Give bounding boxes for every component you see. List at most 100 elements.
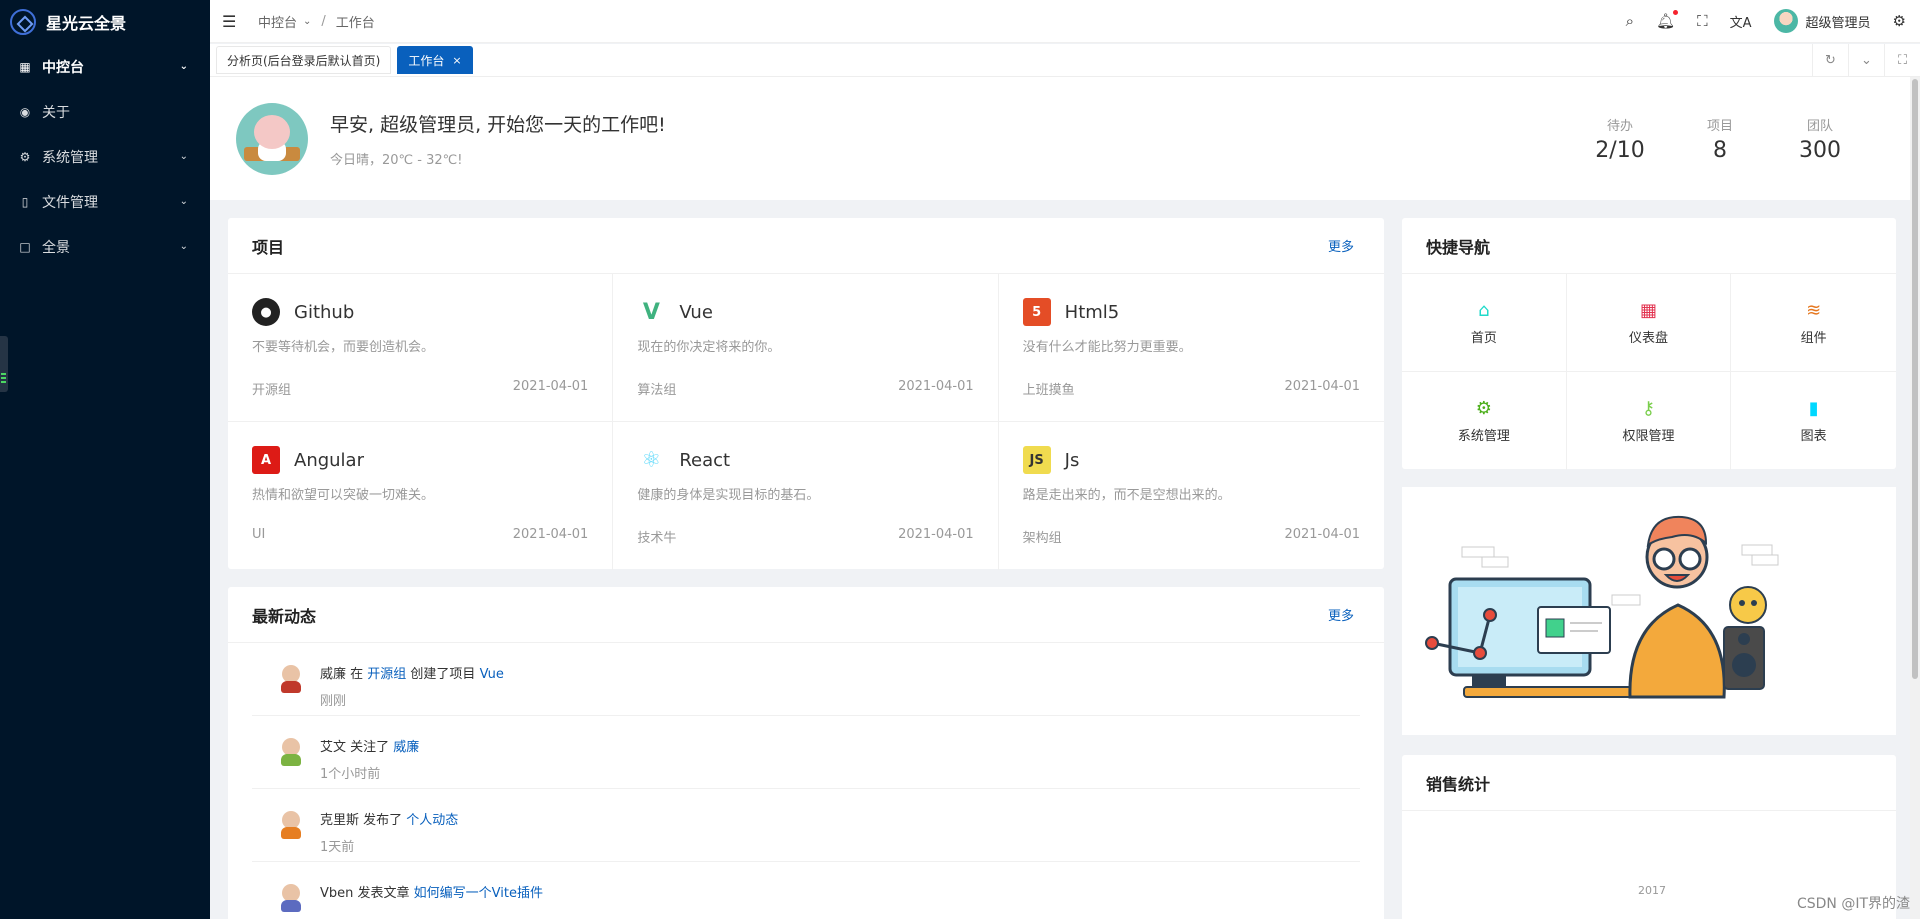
quick-nav-item[interactable]: ⌂ 首页 (1402, 274, 1567, 372)
activity-action: 关注了 (346, 740, 394, 755)
sidebar-item-files[interactable]: ▯ 文件管理 ⌄ (0, 179, 210, 224)
sidebar-item-label: 中控台 (42, 59, 84, 76)
chevron-down-icon: ⌄ (303, 15, 312, 27)
project-group: 架构组 (1022, 531, 1062, 546)
stat-label: 待办 (1606, 118, 1633, 134)
chevron-down-icon: ⌄ (179, 151, 188, 162)
dashboard-icon: ▦ (1639, 299, 1657, 321)
activity-link[interactable]: 如何编写一个Vite插件 (414, 886, 543, 901)
quick-nav-item[interactable]: ≋ 组件 (1731, 274, 1896, 372)
project-item[interactable]: ⚛ React 健康的身体是实现目标的基石。 技术牛 2021-04-01 (613, 422, 999, 570)
sidebar-item-panorama[interactable]: □ 全景 ⌄ (0, 224, 210, 269)
project-desc: 路是走出来的，而不是空想出来的。 (1022, 488, 1231, 503)
stat-label: 团队 (1806, 118, 1833, 134)
dashboard-icon: ▦ (19, 59, 31, 74)
stat-label: 项目 (1706, 118, 1733, 134)
tab-label: 分析页(后台登录后默认首页) (227, 53, 381, 68)
activity-user: 艾文 (320, 740, 347, 755)
bell-icon[interactable]: 🔔︎ (1656, 10, 1679, 30)
avatar (278, 663, 304, 693)
github-icon: ● (252, 298, 280, 326)
project-group: UI (252, 527, 266, 542)
project-date: 2021-04-01 (898, 379, 974, 394)
user-dropdown[interactable]: 超级管理员 (1773, 9, 1871, 33)
more-link[interactable]: 更多 (1328, 236, 1354, 255)
project-item[interactable]: 5 Html5 没有什么才能比努力更重要。 上班摸鱼 2021-04-01 (998, 274, 1384, 422)
breadcrumb-separator: / (321, 13, 326, 29)
close-icon[interactable]: × (452, 54, 461, 67)
project-item[interactable]: V Vue 现在的你决定将来的你。 算法组 2021-04-01 (613, 274, 999, 422)
fold-icon[interactable]: ⛶ (1884, 43, 1920, 77)
square-icon: □ (19, 239, 31, 254)
sidebar-item-system[interactable]: ⚙ 系统管理 ⌄ (0, 134, 210, 179)
tab-workbench[interactable]: 工作台 × (397, 46, 473, 74)
activity-action: 创建了项目 (406, 667, 480, 682)
app-logo[interactable]: 星光云全景 (0, 0, 210, 44)
list-item: Vben 发表文章 如何编写一个Vite插件 (252, 862, 1360, 919)
weather-text: 今日晴，20℃ - 32℃! (330, 152, 463, 168)
translate-icon[interactable]: 文A (1730, 12, 1752, 31)
quick-nav-item[interactable]: ▦ 仪表盘 (1566, 274, 1732, 372)
breadcrumb: 中控台 ⌄ / 工作台 (258, 12, 375, 31)
project-name: Vue (679, 301, 713, 323)
project-name: React (679, 449, 731, 471)
project-item[interactable]: A Angular 热情和欲望可以突破一切难关。 UI 2021-04-01 (228, 422, 614, 570)
more-link[interactable]: 更多 (1328, 605, 1354, 624)
sidebar-item-label: 系统管理 (42, 149, 98, 166)
avatar (278, 809, 304, 839)
quick-nav-item[interactable]: ▮ 图表 (1731, 372, 1896, 470)
quick-nav-item[interactable]: ⚷ 权限管理 (1567, 372, 1732, 470)
project-group: 上班摸鱼 (1022, 383, 1075, 398)
side-drawer-handle[interactable] (0, 336, 8, 392)
activity-link[interactable]: 开源组 (367, 667, 406, 682)
project-date: 2021-04-01 (1284, 527, 1360, 542)
sidebar-item-about[interactable]: ◉ 关于 (0, 89, 210, 134)
quick-nav-label: 系统管理 (1457, 429, 1510, 444)
project-desc: 健康的身体是实现目标的基石。 (637, 488, 820, 503)
breadcrumb-item[interactable]: 中控台 (258, 12, 297, 31)
stat-todo: 待办 2/10 (1570, 115, 1670, 163)
breadcrumb-item[interactable]: 工作台 (336, 12, 375, 31)
list-item: 艾文 关注了 威廉 1个小时前 (252, 716, 1360, 789)
scrollbar-thumb[interactable] (1912, 79, 1918, 679)
illustration-card (1402, 487, 1896, 735)
stat-value: 2/10 (1595, 137, 1645, 163)
scrollbar[interactable] (1910, 77, 1920, 919)
sidebar-item-dashboard[interactable]: ▦ 中控台 ⌄ (0, 44, 210, 89)
chevron-down-icon: ⌄ (179, 241, 188, 252)
tab-analysis[interactable]: 分析页(后台登录后默认首页) (216, 46, 392, 74)
quick-nav-label: 仪表盘 (1628, 330, 1668, 346)
vue-icon: V (642, 299, 660, 325)
menu-fold-icon[interactable]: ☰ (222, 12, 238, 31)
project-date: 2021-04-01 (1284, 379, 1360, 394)
project-item[interactable]: ● Github 不要等待机会，而要创造机会。 开源组 2021-04-01 (228, 274, 614, 422)
sidebar-item-label: 全景 (42, 239, 70, 256)
fullscreen-icon[interactable]: ⛶ (1697, 12, 1708, 30)
sidebar-item-label: 文件管理 (42, 194, 98, 211)
quick-nav-label: 组件 (1800, 330, 1827, 346)
user-name: 超级管理员 (1805, 15, 1871, 31)
settings-icon[interactable]: ⚙ (1893, 12, 1906, 30)
sidebar: 星光云全景 ▦ 中控台 ⌄ ◉ 关于 ⚙ 系统管理 ⌄ ▯ 文件管理 ⌄ □ 全… (0, 0, 210, 919)
activity-link[interactable]: 个人动态 (406, 813, 458, 828)
gear-icon: ⚙ (1475, 398, 1492, 419)
quick-nav-item[interactable]: ⚙ 系统管理 (1402, 372, 1567, 470)
activity-time: 刚刚 (320, 694, 347, 709)
activity-link[interactable]: 威廉 (393, 740, 419, 755)
refresh-icon[interactable]: ↻ (1812, 43, 1848, 77)
tab-label: 工作台 (408, 53, 445, 68)
list-item: 威廉 在 开源组 创建了项目 Vue 刚刚 (252, 643, 1360, 716)
chevron-down-icon[interactable]: ⌄ (1848, 43, 1884, 77)
key-icon: ⚷ (1641, 398, 1656, 419)
js-icon: JS (1022, 446, 1051, 474)
activity-action: 在 (346, 667, 368, 682)
project-desc: 热情和欲望可以突破一切难关。 (252, 488, 435, 503)
home-icon: ⌂ (1478, 299, 1490, 321)
project-group: 技术牛 (637, 531, 677, 546)
avatar (278, 882, 304, 912)
search-icon[interactable]: ⌕ (1626, 12, 1634, 30)
quick-nav-card: 快捷导航 ⌂ 首页 ▦ 仪表盘 ≋ 组件 ⚙ 系统管理 ⚷ 权限管理 ▮ 图表 (1402, 218, 1896, 470)
card-title: 项目 (252, 237, 285, 257)
project-item[interactable]: JS Js 路是走出来的，而不是空想出来的。 架构组 2021-04-01 (999, 422, 1384, 570)
activity-link[interactable]: Vue (480, 667, 504, 682)
